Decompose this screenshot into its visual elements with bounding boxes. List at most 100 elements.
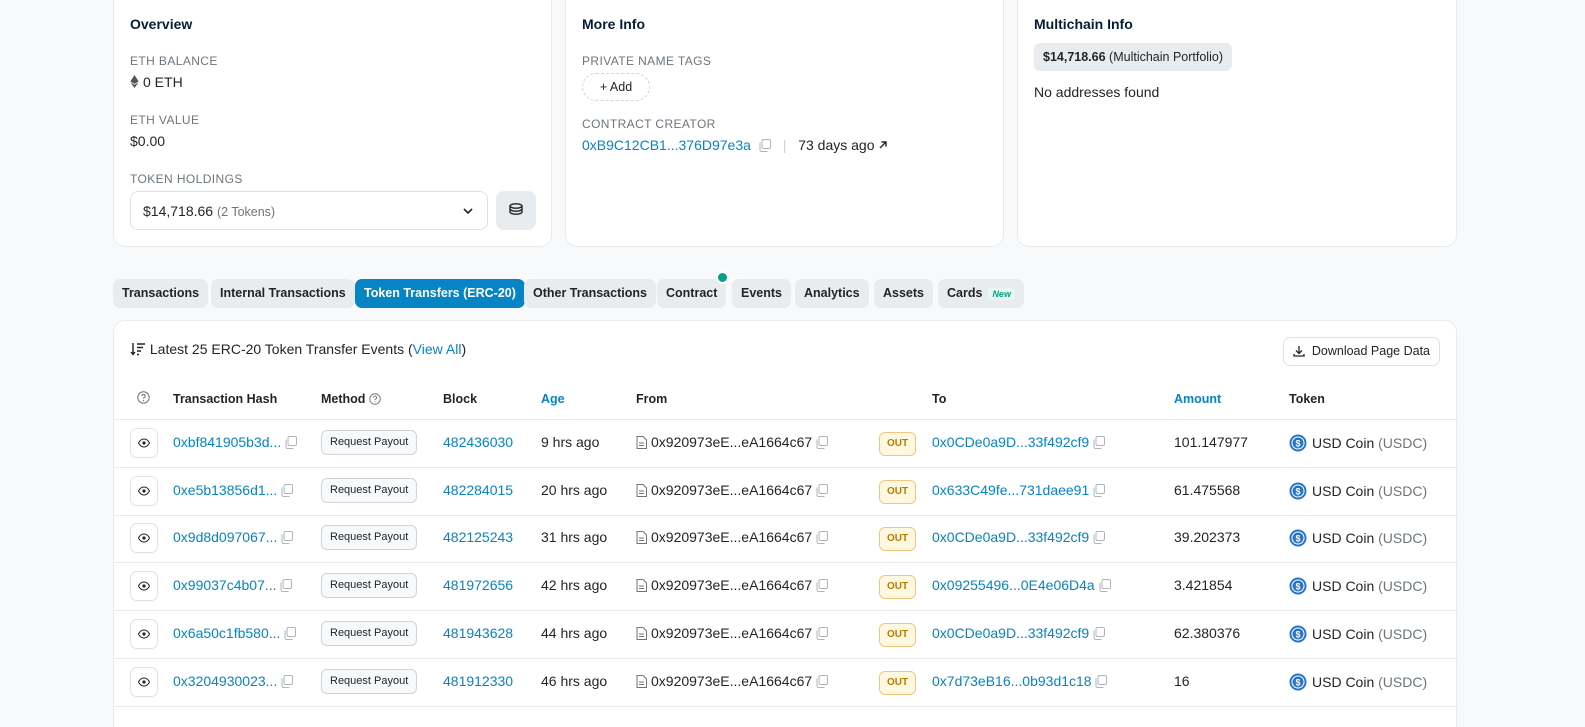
amount-cell: 101.147977 — [1174, 434, 1248, 450]
copy-icon[interactable] — [281, 674, 294, 688]
block-link[interactable]: 482125243 — [443, 529, 513, 545]
copy-icon[interactable] — [1093, 483, 1106, 497]
tab-other-transactions[interactable]: Other Transactions — [524, 279, 656, 308]
to-address-link[interactable]: 0x633C49fe...731daee91 — [932, 482, 1089, 498]
usdc-coin-icon: $ — [1289, 625, 1307, 643]
table-row: 0xe5b13856d1... Request Payout 482284015 2… — [114, 468, 1458, 516]
preview-button[interactable] — [130, 428, 158, 458]
copy-icon[interactable] — [816, 674, 829, 688]
contract-file-icon — [636, 579, 647, 593]
token-cell[interactable]: $ USD Coin (USDC) — [1289, 577, 1427, 595]
block-link[interactable]: 481943628 — [443, 625, 513, 641]
copy-icon[interactable] — [1099, 579, 1111, 593]
info-icon[interactable] — [369, 393, 381, 405]
creator-age[interactable]: 73 days ago — [798, 137, 874, 153]
col-age[interactable]: Age — [541, 392, 565, 406]
block-link[interactable]: 481972656 — [443, 577, 513, 593]
transaction-hash-link[interactable]: 0x6a50c1fb580... — [173, 625, 280, 641]
copy-icon[interactable] — [284, 626, 297, 640]
preview-button[interactable] — [130, 571, 158, 602]
tab-label: Internal Transactions — [220, 286, 346, 300]
copy-icon[interactable] — [759, 139, 771, 152]
table-heading: Latest 25 ERC-20 Token Transfer Events (… — [130, 341, 466, 357]
to-address-link[interactable]: 0x0CDe0a9D...33f492cf9 — [932, 529, 1089, 545]
copy-icon[interactable] — [1095, 674, 1108, 688]
tab-events[interactable]: Events — [732, 279, 791, 308]
from-cell: 0x920973eE...eA1664c67 — [636, 577, 829, 593]
preview-button[interactable] — [130, 475, 158, 506]
tab-internal-transactions[interactable]: Internal Transactions — [211, 279, 355, 308]
token-transfers-card: Latest 25 ERC-20 Token Transfer Events (… — [113, 320, 1458, 727]
from-address[interactable]: 0x920973eE...eA1664c67 — [651, 577, 812, 593]
copy-icon[interactable] — [816, 436, 829, 449]
to-address-link[interactable]: 0x0CDe0a9D...33f492cf9 — [932, 434, 1089, 450]
preview-button[interactable] — [130, 666, 158, 697]
from-address[interactable]: 0x920973eE...eA1664c67 — [651, 529, 812, 545]
preview-button[interactable] — [130, 618, 158, 649]
token-cell[interactable]: $ USD Coin (USDC) — [1289, 529, 1427, 547]
copy-icon[interactable] — [1093, 531, 1106, 545]
age-cell: 20 hrs ago — [541, 481, 608, 498]
transaction-hash-link[interactable]: 0x99037c4b07... — [173, 577, 277, 593]
token-cell[interactable]: $ USD Coin (USDC) — [1289, 673, 1427, 691]
token-cell[interactable]: $ USD Coin (USDC) — [1289, 434, 1427, 452]
transaction-hash-link[interactable]: 0xbf841905b3d... — [173, 434, 281, 450]
copy-icon[interactable] — [280, 579, 293, 593]
to-address-link[interactable]: 0x09255496...0E4e06D4a — [932, 577, 1095, 593]
multichain-portfolio-badge[interactable]: $14,718.66 (Multichain Portfolio) — [1034, 43, 1232, 71]
tab-token-transfers[interactable]: Token Transfers (ERC-20) — [355, 279, 525, 308]
copy-icon[interactable] — [816, 579, 829, 593]
copy-icon[interactable] — [1093, 626, 1106, 640]
transaction-hash-link[interactable]: 0xe5b13856d1... — [173, 482, 277, 498]
block-link[interactable]: 482284015 — [443, 482, 513, 498]
creator-address-link[interactable]: 0xB9C12CB1...376D97e3a — [582, 137, 751, 153]
help-icon[interactable] — [137, 391, 150, 407]
token-holdings-dropdown[interactable]: $14,718.66 (2 Tokens) — [130, 191, 488, 230]
block-link[interactable]: 481912330 — [443, 673, 513, 689]
transaction-hash-link[interactable]: 0x3204930023... — [173, 673, 277, 689]
token-holdings-value: $14,718.66 — [143, 203, 214, 219]
transaction-hash-link[interactable]: 0x9d8d097067... — [173, 529, 277, 545]
external-arrow-icon[interactable] — [878, 140, 888, 150]
copy-icon[interactable] — [281, 531, 294, 545]
tab-analytics[interactable]: Analytics — [795, 279, 869, 308]
from-cell: 0x920973eE...eA1664c67 — [636, 673, 829, 689]
copy-icon[interactable] — [285, 436, 298, 449]
preview-button[interactable] — [130, 523, 158, 554]
token-cell[interactable]: $ USD Coin (USDC) — [1289, 625, 1427, 643]
block-link[interactable]: 482436030 — [443, 434, 513, 450]
new-badge: New — [988, 288, 1015, 300]
from-address[interactable]: 0x920973eE...eA1664c67 — [651, 434, 812, 450]
method-badge: Request Payout — [321, 573, 418, 599]
from-cell: 0x920973eE...eA1664c67 — [636, 482, 829, 498]
method-badge: Request Payout — [321, 668, 418, 694]
chevron-down-icon — [463, 208, 473, 215]
tab-contract[interactable]: Contract — [657, 279, 727, 308]
multichain-card: Multichain Info $14,718.66 (Multichain P… — [1017, 0, 1457, 247]
from-address[interactable]: 0x920973eE...eA1664c67 — [651, 482, 812, 498]
copy-icon[interactable] — [1093, 436, 1106, 449]
download-page-data-button[interactable]: Download Page Data — [1282, 337, 1440, 366]
tab-assets[interactable]: Assets — [874, 279, 933, 308]
from-address[interactable]: 0x920973eE...eA1664c67 — [651, 673, 812, 689]
eye-icon — [138, 676, 150, 687]
to-address-link[interactable]: 0x7d73eB16...0b93d1c18 — [932, 673, 1092, 689]
col-amount[interactable]: Amount — [1174, 392, 1221, 406]
copy-icon[interactable] — [816, 531, 829, 545]
to-address-link[interactable]: 0x0CDe0a9D...33f492cf9 — [932, 625, 1089, 641]
from-address[interactable]: 0x920973eE...eA1664c67 — [651, 625, 812, 641]
copy-icon[interactable] — [816, 626, 829, 640]
direction-badge: OUT — [879, 670, 916, 695]
tab-label: Events — [741, 286, 782, 300]
view-all-link[interactable]: View All — [413, 341, 462, 357]
multichain-portfolio-button[interactable] — [496, 191, 536, 230]
amount-cell: 61.475568 — [1174, 481, 1241, 498]
add-tag-button[interactable]: + Add — [582, 73, 650, 101]
tab-transactions[interactable]: Transactions — [113, 279, 209, 308]
token-symbol: (USDC) — [1378, 435, 1428, 451]
tab-cards[interactable]: Cards New — [938, 279, 1024, 308]
copy-icon[interactable] — [281, 483, 294, 497]
token-cell[interactable]: $ USD Coin (USDC) — [1289, 482, 1427, 500]
copy-icon[interactable] — [816, 483, 829, 497]
svg-text:$: $ — [1295, 486, 1300, 496]
